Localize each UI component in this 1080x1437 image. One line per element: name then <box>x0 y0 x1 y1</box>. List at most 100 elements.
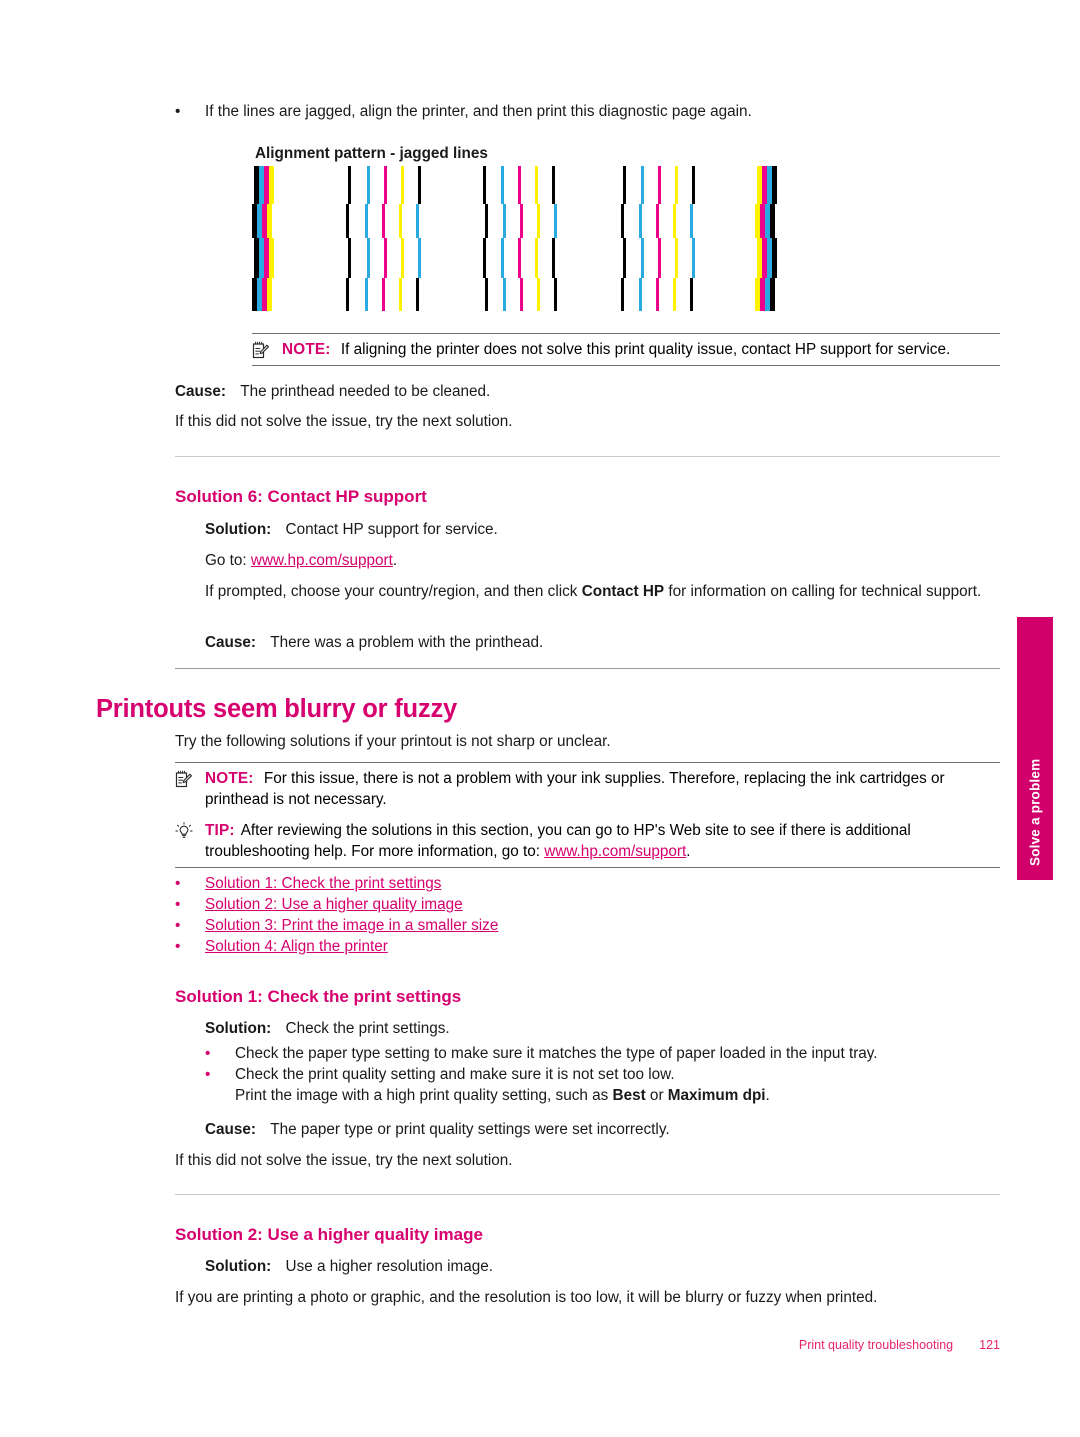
solution1-cause-label: Cause: <box>205 1121 257 1138</box>
note-icon <box>252 341 282 361</box>
tip-body-2: . <box>686 843 691 860</box>
cause-line: Cause: The printhead needed to be cleane… <box>175 381 1000 402</box>
solution6-solution-line: Solution: Contact HP support for service… <box>205 519 1000 540</box>
prompt-text-1: If prompted, choose your country/region,… <box>205 583 582 600</box>
page-number: 121 <box>979 1338 1000 1352</box>
bullet-text: Check the paper type setting to make sur… <box>235 1045 878 1062</box>
note-icon <box>175 770 205 790</box>
side-tab-solve-a-problem: Solve a problem <box>1017 617 1053 880</box>
solution6-prompt-paragraph: If prompted, choose your country/region,… <box>205 581 1005 602</box>
divider-before-solution2 <box>175 1194 1000 1195</box>
solution1-bullets: • Check the paper type setting to make s… <box>205 1043 1000 1106</box>
solution6-goto-line: Go to: www.hp.com/support. <box>205 550 1000 571</box>
bullet-text: Check the print quality setting and make… <box>235 1066 675 1083</box>
solution6-heading: Solution 6: Contact HP support <box>175 486 1000 508</box>
hp-support-link-2[interactable]: www.hp.com/support <box>544 843 686 860</box>
solution2-title: Solution 2: Use a higher quality image <box>175 1225 483 1244</box>
note-label: NOTE: <box>205 770 254 787</box>
note-label: NOTE: <box>282 341 331 358</box>
main-intro-text: Try the following solutions if your prin… <box>175 733 611 750</box>
solution1-heading: Solution 1: Check the print settings <box>175 986 1000 1008</box>
solution6-title: Solution 6: Contact HP support <box>175 487 427 506</box>
note-text-wrap: NOTE: If aligning the printer does not s… <box>282 339 1000 360</box>
tip-row: TIP: After reviewing the solutions in thi… <box>175 815 1000 867</box>
solution6-solution-label: Solution: <box>205 521 272 538</box>
solution1-solution-text: Check the print settings. <box>285 1020 450 1037</box>
lightbulb-icon <box>175 822 205 842</box>
solution6-solution-text: Contact HP support for service. <box>285 521 498 538</box>
solution1-title: Solution 1: Check the print settings <box>175 987 462 1006</box>
divider-before-main-heading <box>175 668 1000 669</box>
bullet-marker: • <box>175 103 181 120</box>
note-row-main: NOTE: For this issue, there is not a pro… <box>175 763 1000 815</box>
link-solution-1[interactable]: Solution 1: Check the print settings <box>205 875 441 892</box>
bullet-marker: • <box>205 1066 211 1083</box>
maximum-dpi-bold: Maximum dpi <box>667 1087 766 1104</box>
link-solution-2[interactable]: Solution 2: Use a higher quality image <box>205 896 463 913</box>
page-title: Printouts seem blurry or fuzzy <box>96 694 1006 724</box>
list-item: • Check the print quality setting and ma… <box>205 1064 1000 1106</box>
link-solution-4[interactable]: Solution 4: Align the printer <box>205 938 388 955</box>
solution2-solution-line: Solution: Use a higher resolution image. <box>205 1256 1000 1277</box>
figure-caption: Alignment pattern - jagged lines <box>255 143 1000 164</box>
bullet-marker: • <box>175 917 181 934</box>
bullet-text: If the lines are jagged, align the print… <box>205 103 752 120</box>
contact-hp-bold: Contact HP <box>581 583 665 600</box>
solution2-heading: Solution 2: Use a higher quality image <box>175 1224 1000 1246</box>
bullet-extra-3: . <box>765 1087 770 1104</box>
list-item: • Check the paper type setting to make s… <box>205 1043 1000 1064</box>
page-title-text: Printouts seem blurry or fuzzy <box>96 695 457 723</box>
solution6-cause-line: Cause: There was a problem with the prin… <box>205 632 1000 653</box>
divider-before-solution6 <box>175 456 1000 457</box>
bullet-marker: • <box>175 875 181 892</box>
solution2-body: If you are printing a photo or graphic, … <box>175 1287 1000 1308</box>
solution1-cause-text: The paper type or print quality settings… <box>270 1121 670 1138</box>
prompt-text-2: for information on calling for technical… <box>664 583 982 600</box>
note-body: If aligning the printer does not solve t… <box>340 341 951 358</box>
solution1-next-text: If this did not solve the issue, try the… <box>175 1152 513 1169</box>
list-item[interactable]: • Solution 1: Check the print settings <box>175 873 1000 894</box>
figure-caption-text: Alignment pattern - jagged lines <box>255 145 488 162</box>
cause-label: Cause: <box>175 383 227 400</box>
tip-text-wrap: TIP: After reviewing the solutions in thi… <box>205 820 1000 862</box>
next-solution-align: If this did not solve the issue, try the… <box>175 411 1000 432</box>
bullet-marker: • <box>205 1045 211 1062</box>
main-intro: Try the following solutions if your prin… <box>175 731 1000 752</box>
note-text-wrap-main: NOTE: For this issue, there is not a pro… <box>205 768 1000 810</box>
note-rule-bottom <box>252 365 1000 366</box>
solution1-solution-line: Solution: Check the print settings. <box>205 1018 1000 1039</box>
cause-block-align: Cause: The printhead needed to be cleane… <box>175 381 1000 402</box>
goto-prefix: Go to: <box>205 552 251 569</box>
solution1-solution-label: Solution: <box>205 1020 272 1037</box>
solution6-cause-text: There was a problem with the printhead. <box>270 634 544 651</box>
note-row: NOTE: If aligning the printer does not s… <box>252 334 1000 365</box>
footer-title: Print quality troubleshooting <box>798 1338 954 1352</box>
alignment-pattern-svg <box>252 166 777 311</box>
jagged-lines-bullet: • If the lines are jagged, align the pri… <box>175 101 1000 122</box>
bullet-extra-1: Print the image with a high print qualit… <box>235 1087 613 1104</box>
hp-support-link-1[interactable]: www.hp.com/support <box>251 552 393 569</box>
note-tip-box: NOTE: For this issue, there is not a pro… <box>175 762 1000 868</box>
side-tab-label: Solve a problem <box>1027 758 1043 866</box>
solution1-cause-line: Cause: The paper type or print quality s… <box>205 1119 1000 1140</box>
link-solution-3[interactable]: Solution 3: Print the image in a smaller… <box>205 917 498 934</box>
page-footer: Print quality troubleshooting 121 <box>175 1338 1000 1352</box>
alignment-pattern-image <box>252 166 792 311</box>
best-bold: Best <box>612 1087 646 1104</box>
solution6-cause-label: Cause: <box>205 634 257 651</box>
solution2-solution-label: Solution: <box>205 1258 272 1275</box>
list-item[interactable]: • Solution 2: Use a higher quality image <box>175 894 1000 915</box>
note-tip-rule-bottom <box>175 867 1000 868</box>
document-page: • If the lines are jagged, align the pri… <box>0 0 1080 1437</box>
bullet-marker: • <box>175 896 181 913</box>
bullet-marker: • <box>175 938 181 955</box>
next-solution-text: If this did not solve the issue, try the… <box>175 413 513 430</box>
tip-label: TIP: <box>205 822 235 839</box>
bullet-text-group: Check the print quality setting and make… <box>235 1064 1000 1106</box>
list-item[interactable]: • Solution 3: Print the image in a small… <box>175 915 1000 936</box>
solution1-next: If this did not solve the issue, try the… <box>175 1150 1000 1171</box>
cause-text: The printhead needed to be cleaned. <box>240 383 491 400</box>
list-item[interactable]: • Solution 4: Align the printer <box>175 936 1000 957</box>
solution2-solution-text: Use a higher resolution image. <box>285 1258 494 1275</box>
goto-suffix: . <box>392 552 398 569</box>
